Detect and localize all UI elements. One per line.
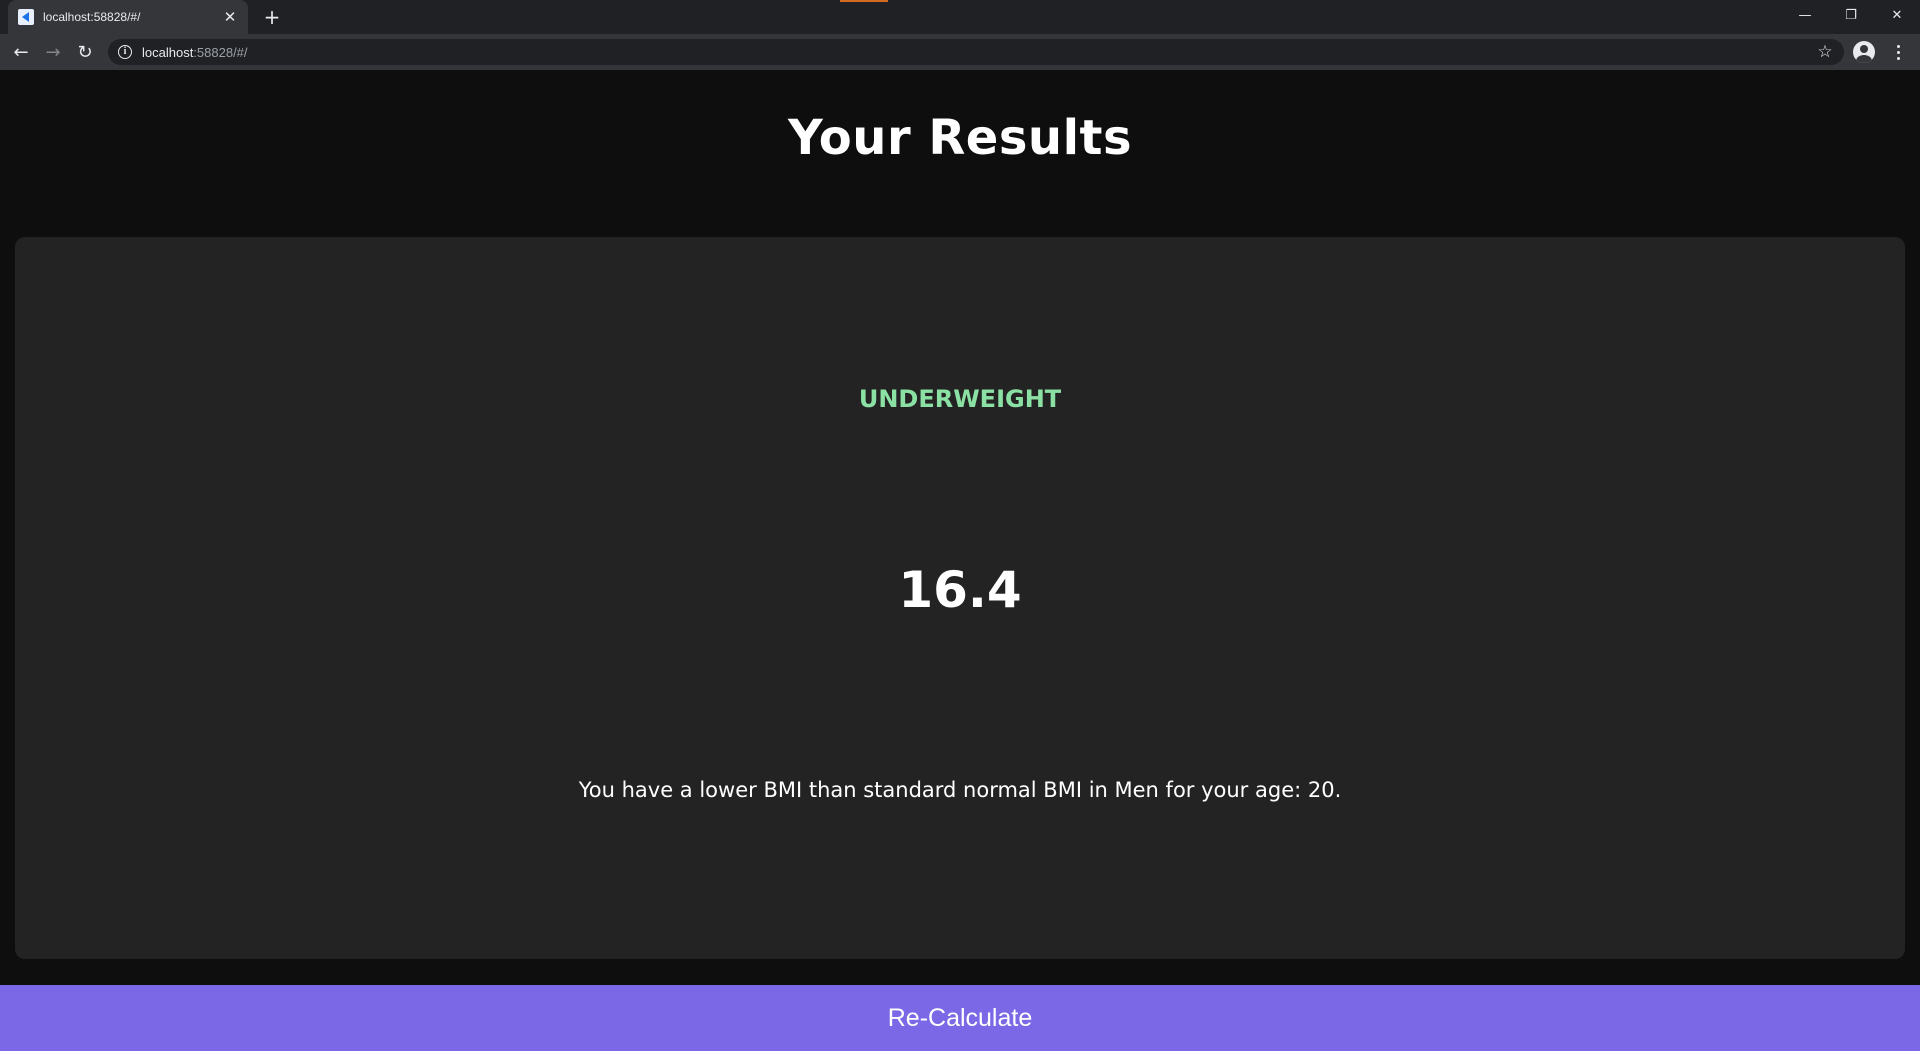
tab-title: localhost:58828/#/ [43, 10, 141, 24]
browser-tabstrip: localhost:58828/#/ ✕ + — ❐ ✕ [0, 0, 1920, 34]
close-tab-icon[interactable]: ✕ [222, 8, 238, 26]
forward-icon[interactable]: → [41, 40, 65, 64]
loading-indicator [840, 0, 888, 2]
url-host: localhost [142, 44, 194, 60]
bookmark-star-icon[interactable]: ☆ [1813, 40, 1837, 64]
recalculate-button[interactable]: Re-Calculate [0, 985, 1920, 1051]
reload-icon[interactable]: ↻ [73, 40, 97, 64]
bmi-value: 16.4 [898, 561, 1022, 619]
bmi-interpretation: You have a lower BMI than standard norma… [578, 778, 1342, 802]
url-path: :58828/#/ [193, 44, 248, 60]
app-content: Your Results UNDERWEIGHT 16.4 You have a… [0, 70, 1920, 1051]
window-controls: — ❐ ✕ [1782, 0, 1920, 30]
close-window-icon[interactable]: ✕ [1874, 0, 1920, 30]
browser-menu-icon[interactable] [1886, 40, 1910, 64]
page-title: Your Results [787, 110, 1133, 166]
profile-avatar-icon[interactable] [1853, 41, 1875, 63]
browser-toolbar: ← → ↻ i localhost:58828/#/ ☆ [0, 34, 1920, 70]
bmi-status-label: UNDERWEIGHT [858, 385, 1062, 413]
browser-tab[interactable]: localhost:58828/#/ ✕ [8, 0, 248, 34]
restore-icon[interactable]: ❐ [1828, 0, 1874, 30]
flutter-icon [18, 9, 34, 25]
back-icon[interactable]: ← [9, 40, 33, 64]
result-card: UNDERWEIGHT 16.4 You have a lower BMI th… [15, 237, 1905, 959]
address-bar[interactable]: i localhost:58828/#/ [108, 39, 1844, 65]
minimize-icon[interactable]: — [1782, 0, 1828, 30]
new-tab-icon[interactable]: + [260, 5, 284, 29]
site-info-icon[interactable]: i [118, 45, 132, 59]
